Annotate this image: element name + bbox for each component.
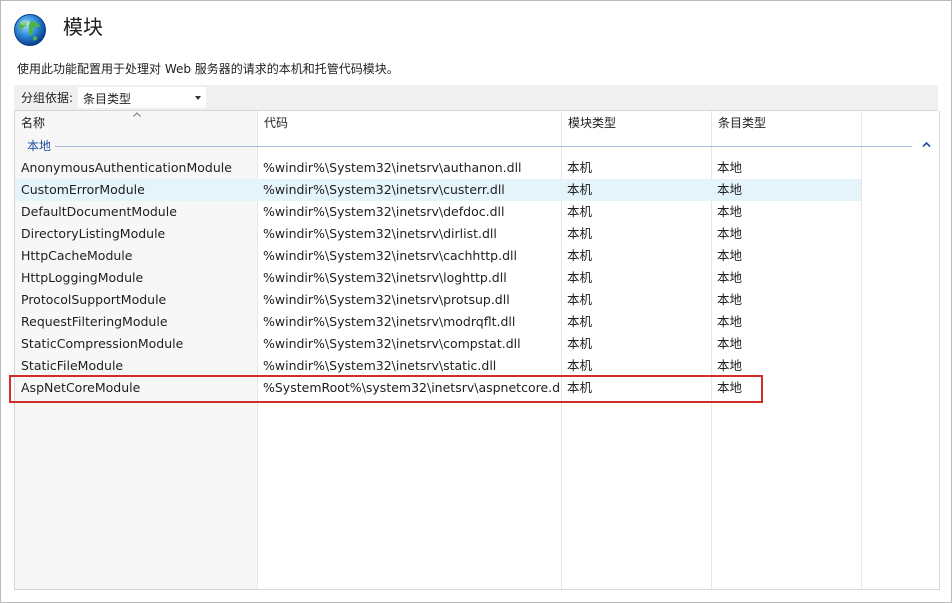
module-code: %windir%\System32\inetsrv\protsup.dll: [263, 292, 510, 307]
module-type: 本机: [567, 358, 593, 373]
entry-type: 本地: [717, 226, 743, 241]
group-by-value: 条目类型: [83, 92, 132, 106]
group-header-label: 本地: [27, 139, 52, 153]
module-name: AnonymousAuthenticationModule: [21, 160, 232, 175]
module-type: 本机: [567, 314, 593, 329]
table-row-highlighted[interactable]: AspNetCoreModule %SystemRoot%\system32\i…: [15, 377, 861, 399]
table-row[interactable]: StaticCompressionModule %windir%\System3…: [15, 333, 861, 355]
module-name: AspNetCoreModule: [21, 380, 141, 395]
table-row[interactable]: ProtocolSupportModule %windir%\System32\…: [15, 289, 861, 311]
module-type: 本机: [567, 226, 593, 241]
column-header-entry-type[interactable]: 条目类型: [712, 111, 861, 135]
table-row[interactable]: RequestFilteringModule %windir%\System32…: [15, 311, 861, 333]
entry-type: 本地: [717, 380, 743, 395]
entry-type: 本地: [717, 182, 743, 197]
module-name: StaticFileModule: [21, 358, 124, 373]
modules-list: 名称 代码 模块类型 条目类型 本地 AnonymousAuthenticati…: [14, 111, 940, 590]
module-type: 本机: [567, 270, 593, 285]
entry-type: 本地: [717, 204, 743, 219]
table-row[interactable]: CustomErrorModule %windir%\System32\inet…: [15, 179, 861, 201]
table-row[interactable]: DefaultDocumentModule %windir%\System32\…: [15, 201, 861, 223]
sort-ascending-icon: [133, 112, 141, 117]
module-name: DirectoryListingModule: [21, 226, 166, 241]
entry-type: 本地: [717, 160, 743, 175]
module-type: 本机: [567, 160, 593, 175]
table-row[interactable]: AnonymousAuthenticationModule %windir%\S…: [15, 157, 861, 179]
module-code: %windir%\System32\inetsrv\dirlist.dll: [263, 226, 497, 241]
globe-icon: [14, 14, 46, 46]
entry-type: 本地: [717, 270, 743, 285]
collapse-chevron-icon[interactable]: [922, 141, 931, 148]
column-header-module-type[interactable]: 模块类型: [562, 111, 711, 135]
modules-window: 模块 使用此功能配置用于处理对 Web 服务器的请求的本机和托管代码模块。 分组…: [0, 0, 952, 603]
table-row[interactable]: HttpCacheModule %windir%\System32\inetsr…: [15, 245, 861, 267]
module-name: StaticCompressionModule: [21, 336, 184, 351]
page-title: 模块: [63, 15, 103, 39]
group-by-label: 分组依据:: [21, 91, 74, 105]
module-type: 本机: [567, 248, 593, 263]
module-name: CustomErrorModule: [21, 182, 145, 197]
module-type: 本机: [567, 204, 593, 219]
group-divider: [55, 146, 912, 147]
group-header-local[interactable]: 本地: [15, 137, 939, 155]
group-by-toolbar: 分组依据: 条目类型: [14, 85, 938, 111]
column-header-code[interactable]: 代码: [258, 111, 561, 135]
table-row[interactable]: StaticFileModule %windir%\System32\inets…: [15, 355, 861, 377]
module-type: 本机: [567, 380, 593, 395]
chevron-down-icon: [195, 96, 201, 100]
module-code: %windir%\System32\inetsrv\loghttp.dll: [263, 270, 507, 285]
entry-type: 本地: [717, 292, 743, 307]
module-name: RequestFilteringModule: [21, 314, 168, 329]
module-type: 本机: [567, 336, 593, 351]
module-name: DefaultDocumentModule: [21, 204, 177, 219]
module-code: %windir%\System32\inetsrv\cachhttp.dll: [263, 248, 517, 263]
entry-type: 本地: [717, 336, 743, 351]
entry-type: 本地: [717, 248, 743, 263]
table-row[interactable]: DirectoryListingModule %windir%\System32…: [15, 223, 861, 245]
module-code: %windir%\System32\inetsrv\compstat.dll: [263, 336, 521, 351]
module-code: %windir%\System32\inetsrv\custerr.dll: [263, 182, 505, 197]
entry-type: 本地: [717, 358, 743, 373]
module-name: ProtocolSupportModule: [21, 292, 167, 307]
module-code: %SystemRoot%\system32\inetsrv\aspnetcore…: [263, 380, 559, 395]
module-rows: AnonymousAuthenticationModule %windir%\S…: [15, 157, 939, 399]
page-description: 使用此功能配置用于处理对 Web 服务器的请求的本机和托管代码模块。: [17, 62, 399, 76]
group-by-select[interactable]: 条目类型: [78, 87, 206, 108]
module-name: HttpCacheModule: [21, 248, 133, 263]
module-code: %windir%\System32\inetsrv\defdoc.dll: [263, 204, 505, 219]
module-code: %windir%\System32\inetsrv\modrqflt.dll: [263, 314, 516, 329]
module-code: %windir%\System32\inetsrv\authanon.dll: [263, 160, 522, 175]
module-name: HttpLoggingModule: [21, 270, 144, 285]
list-header: 名称 代码 模块类型 条目类型: [15, 111, 939, 135]
table-row[interactable]: HttpLoggingModule %windir%\System32\inet…: [15, 267, 861, 289]
module-type: 本机: [567, 182, 593, 197]
module-type: 本机: [567, 292, 593, 307]
module-code: %windir%\System32\inetsrv\static.dll: [263, 358, 497, 373]
entry-type: 本地: [717, 314, 743, 329]
